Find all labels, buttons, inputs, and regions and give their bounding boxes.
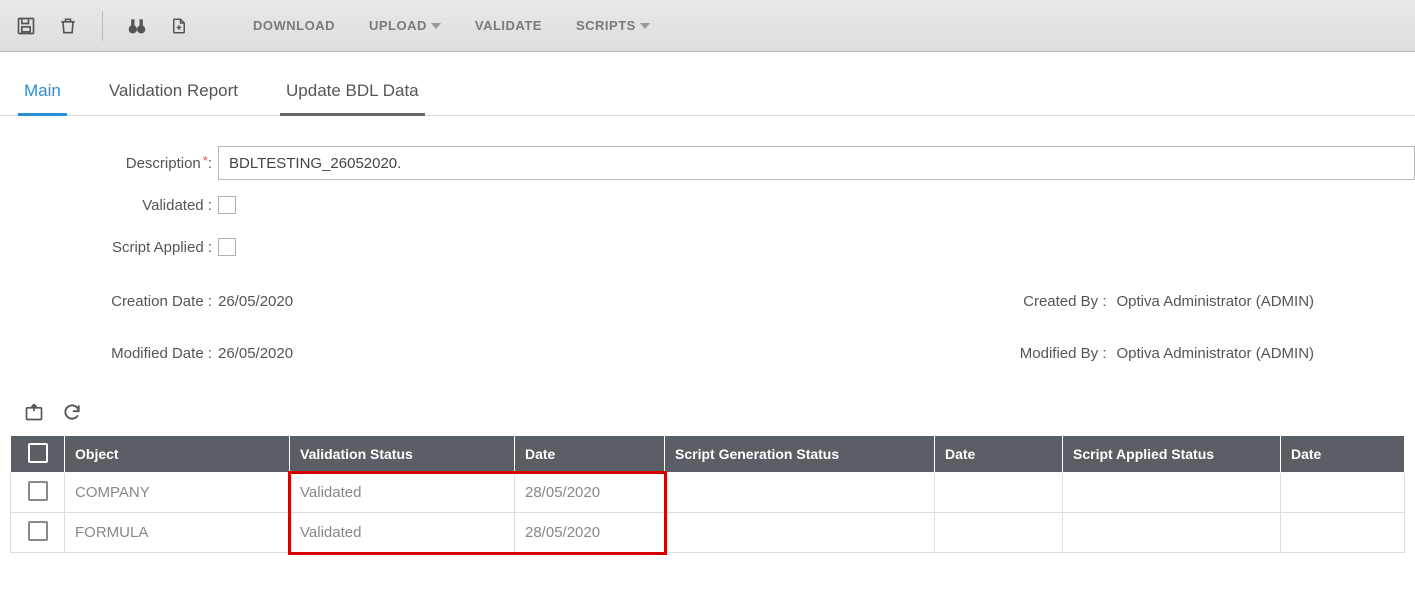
col-object[interactable]: Object (65, 436, 290, 473)
upload-button[interactable]: UPLOAD (355, 8, 455, 43)
script-applied-label: Script Applied : (0, 239, 218, 256)
modified-date-value: 26/05/2020 (218, 345, 638, 362)
validated-label: Validated : (0, 197, 218, 214)
col-date3[interactable]: Date (1281, 436, 1405, 473)
description-label: Description*: (0, 155, 218, 172)
script-applied-checkbox[interactable] (218, 238, 236, 256)
cell-object: COMPANY (65, 473, 290, 513)
tab-main[interactable]: Main (18, 73, 67, 116)
cell-date2 (935, 473, 1063, 513)
created-by-label: Created By : (937, 293, 1117, 310)
cell-date3 (1281, 473, 1405, 513)
cell-script-applied-status (1063, 473, 1281, 513)
validate-button[interactable]: VALIDATE (461, 8, 556, 43)
cell-date1: 28/05/2020 (515, 473, 665, 513)
tab-validation-report[interactable]: Validation Report (103, 73, 244, 116)
grid-toolbar (0, 394, 1415, 435)
chevron-down-icon (431, 23, 441, 29)
row-checkbox[interactable] (11, 473, 65, 513)
binoculars-icon[interactable] (119, 8, 155, 44)
validated-checkbox[interactable] (218, 196, 236, 214)
new-file-icon[interactable] (161, 8, 197, 44)
data-grid: Object Validation Status Date Script Gen… (10, 435, 1405, 553)
cell-date1: 28/05/2020 (515, 513, 665, 553)
description-input[interactable] (218, 146, 1415, 180)
cell-date2 (935, 513, 1063, 553)
cell-validation-status: Validated (290, 473, 515, 513)
modified-date-label: Modified Date : (0, 345, 218, 362)
save-icon[interactable] (8, 8, 44, 44)
cell-object: FORMULA (65, 513, 290, 553)
cell-validation-status: Validated (290, 513, 515, 553)
required-asterisk: * (203, 153, 208, 168)
scripts-button[interactable]: SCRIPTS (562, 8, 664, 43)
modified-by-value: Optiva Administrator (ADMIN) (1117, 345, 1415, 362)
table-row[interactable]: FORMULAValidated28/05/2020 (11, 513, 1405, 553)
col-script-applied-status[interactable]: Script Applied Status (1063, 436, 1281, 473)
export-icon[interactable] (24, 402, 44, 425)
col-date1[interactable]: Date (515, 436, 665, 473)
creation-date-label: Creation Date : (0, 293, 218, 310)
download-button[interactable]: DOWNLOAD (239, 8, 349, 43)
tab-bar: Main Validation Report Update BDL Data (0, 52, 1415, 116)
col-validation-status[interactable]: Validation Status (290, 436, 515, 473)
description-label-text: Description (126, 155, 201, 172)
cell-script-applied-status (1063, 513, 1281, 553)
col-date2[interactable]: Date (935, 436, 1063, 473)
created-by-value: Optiva Administrator (ADMIN) (1117, 293, 1415, 310)
tab-update-bdl[interactable]: Update BDL Data (280, 73, 425, 116)
chevron-down-icon (640, 23, 650, 29)
toolbar-separator (102, 11, 103, 41)
col-script-gen-status[interactable]: Script Generation Status (665, 436, 935, 473)
main-toolbar: DOWNLOAD UPLOAD VALIDATE SCRIPTS (0, 0, 1415, 52)
table-row[interactable]: COMPANYValidated28/05/2020 (11, 473, 1405, 513)
upload-label: UPLOAD (369, 18, 427, 33)
form-panel: Description*: Validated : Script Applied… (0, 116, 1415, 394)
cell-script-gen-status (665, 473, 935, 513)
grid-wrap: Object Validation Status Date Script Gen… (0, 435, 1415, 553)
row-checkbox[interactable] (11, 513, 65, 553)
creation-date-value: 26/05/2020 (218, 293, 638, 310)
delete-icon[interactable] (50, 8, 86, 44)
header-checkbox[interactable] (11, 436, 65, 473)
cell-script-gen-status (665, 513, 935, 553)
modified-by-label: Modified By : (937, 345, 1117, 362)
refresh-icon[interactable] (62, 402, 82, 425)
scripts-label: SCRIPTS (576, 18, 636, 33)
cell-date3 (1281, 513, 1405, 553)
grid-header-row: Object Validation Status Date Script Gen… (11, 436, 1405, 473)
